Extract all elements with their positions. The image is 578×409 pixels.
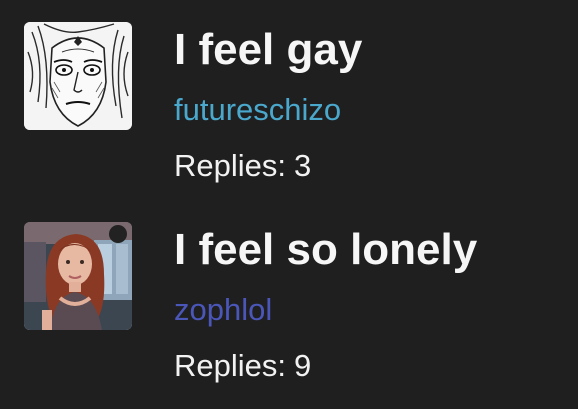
replies-count: 3 [294,148,312,183]
replies-label: Replies: [174,348,286,383]
user-avatar[interactable] [24,222,132,330]
manga-face-avatar-icon [24,22,132,130]
thread-title[interactable]: I feel gay [174,28,362,72]
replies-info: Replies: 3 [174,150,311,181]
thread-item[interactable]: I feel gay futureschizo Replies: 3 [0,10,578,200]
thread-author[interactable]: futureschizo [174,94,341,125]
thread-item[interactable]: I feel so lonely zophlol Replies: 9 [0,210,578,400]
replies-info: Replies: 9 [174,350,311,381]
user-avatar[interactable] [24,22,132,130]
thread-author[interactable]: zophlol [174,294,272,325]
replies-count: 9 [294,348,312,383]
photo-girl-avatar-icon [24,222,132,330]
replies-label: Replies: [174,148,286,183]
thread-title[interactable]: I feel so lonely [174,228,477,272]
